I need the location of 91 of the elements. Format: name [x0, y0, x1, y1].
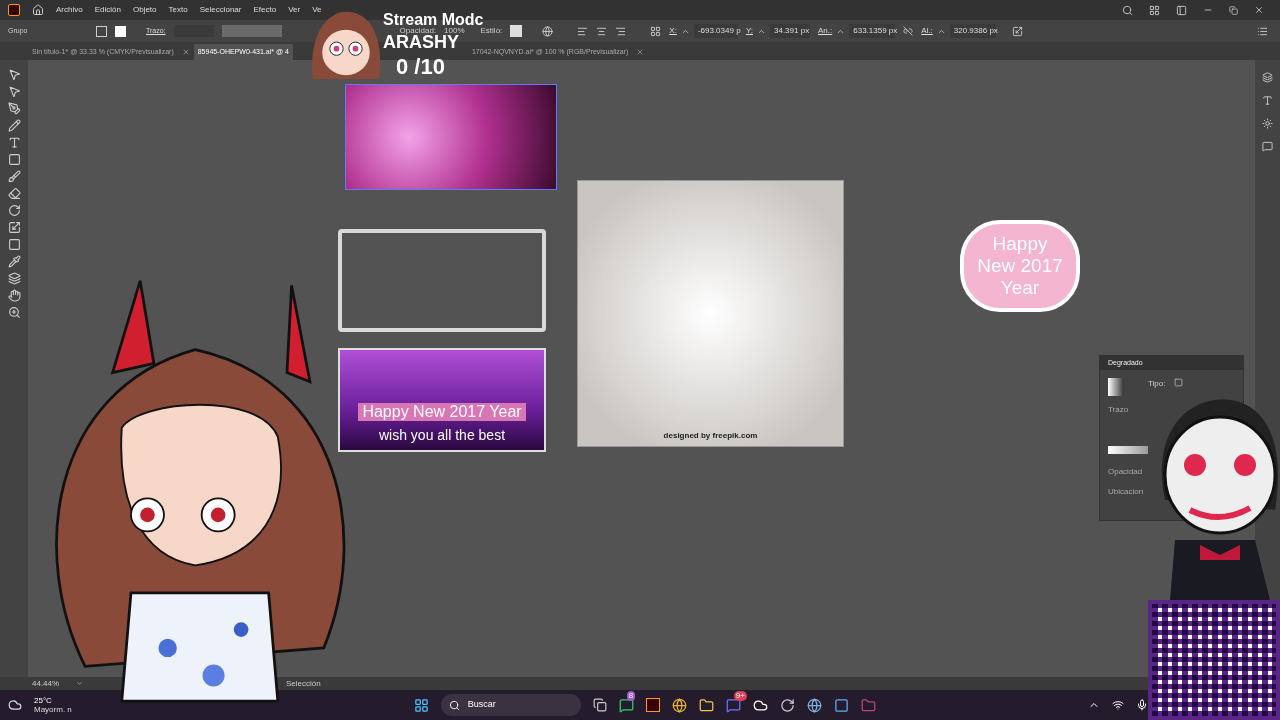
fill-swatch[interactable]: [96, 25, 107, 37]
browser-icon[interactable]: [671, 697, 687, 713]
menu-item[interactable]: Ver: [288, 4, 301, 16]
tool-icon[interactable]: [7, 255, 21, 268]
tool-icon[interactable]: [7, 153, 21, 166]
tool-icon[interactable]: [7, 306, 21, 319]
tool-icon[interactable]: [7, 187, 21, 200]
tool-icon[interactable]: [7, 136, 21, 149]
tool-icon[interactable]: [7, 68, 21, 81]
menu-item[interactable]: Texto: [168, 4, 188, 16]
banner-subtitle: wish you all the best: [378, 426, 506, 445]
folder-icon[interactable]: [698, 697, 714, 713]
start-icon[interactable]: [413, 697, 429, 713]
stroke-label: Trazo: [1108, 404, 1130, 416]
field-label: Al.:: [921, 25, 933, 37]
variable-width-field[interactable]: [221, 25, 282, 37]
weather-icon[interactable]: [8, 698, 22, 712]
opacity-label: Opacidad: [1108, 466, 1144, 478]
notification-badge: 8: [626, 690, 636, 701]
weather-text: Mayorm. n: [34, 705, 72, 714]
search-icon: [448, 699, 460, 711]
tool-icon[interactable]: [7, 170, 21, 183]
tool-icon[interactable]: [7, 119, 21, 132]
menu-item[interactable]: Archivo: [56, 4, 83, 16]
current-tool: Selección: [286, 677, 321, 690]
dropdown-icon[interactable]: [76, 680, 83, 687]
character-icon[interactable]: [1262, 95, 1273, 106]
streamer-name: ARASHY: [383, 33, 459, 51]
align-left-icon[interactable]: [577, 25, 589, 37]
opacity-value: 100%: [444, 25, 465, 35]
menu-item[interactable]: Ve: [312, 4, 322, 16]
search-icon[interactable]: [1122, 4, 1133, 16]
menu-item[interactable]: Efecto: [253, 4, 277, 16]
input-field[interactable]: 34.391 px: [770, 24, 810, 38]
recolor-icon[interactable]: [542, 25, 554, 37]
appearance-icon[interactable]: [1262, 118, 1273, 129]
layers-icon[interactable]: [1262, 72, 1273, 83]
stream-title: Stream Modc: [383, 12, 484, 28]
field-label: X:: [669, 25, 677, 37]
microphone-icon[interactable]: [1135, 699, 1148, 711]
location-label: Ubicacion: [1108, 486, 1145, 498]
type-label: Tipo:: [1148, 378, 1166, 390]
constrain-icon[interactable]: [903, 26, 914, 36]
zoom-level: 44.44%: [32, 677, 61, 690]
opacity-label: Opacidad:: [399, 25, 437, 36]
close-icon[interactable]: [1254, 5, 1264, 15]
restore-icon[interactable]: [1229, 5, 1238, 15]
home-icon[interactable]: [32, 4, 44, 16]
transform-icon[interactable]: [1011, 25, 1023, 37]
goal-counter: 0 /10: [396, 56, 445, 78]
banner-headline: Happy New 2017 Year: [358, 403, 526, 421]
tool-icon[interactable]: [7, 221, 21, 234]
task-view-icon[interactable]: [592, 698, 607, 712]
input-field[interactable]: 320.9386 px: [949, 24, 996, 38]
network-icon[interactable]: [1111, 699, 1124, 711]
field-label: Y:: [745, 25, 753, 37]
stroke-swatch[interactable]: [115, 25, 126, 37]
voice-chat-icon[interactable]: [725, 697, 741, 713]
close-tab-icon[interactable]: [181, 48, 190, 56]
style-swatch[interactable]: [510, 25, 523, 37]
style-label: Estilo:: [480, 25, 503, 37]
comments-icon[interactable]: [1262, 141, 1273, 152]
tool-icon[interactable]: [7, 204, 21, 217]
tool-icon[interactable]: [7, 85, 21, 98]
input-field[interactable]: 633.1359 px: [849, 24, 896, 38]
credit-text: designed by freepik.com: [663, 430, 758, 442]
reference-point-icon[interactable]: [650, 25, 662, 37]
menu-icon[interactable]: [1257, 25, 1268, 37]
field-label: An.:: [818, 25, 833, 37]
tool-icon[interactable]: [7, 102, 21, 115]
temperature: 25°C: [34, 696, 53, 705]
cloud-app-icon[interactable]: [752, 697, 768, 713]
menu-item[interactable]: Edición: [94, 4, 121, 16]
tool-icon[interactable]: [7, 272, 21, 285]
tool-icon[interactable]: [7, 238, 21, 251]
illustrator-app-icon[interactable]: [645, 698, 660, 712]
app-logo-icon[interactable]: [8, 4, 20, 16]
workspace-icon[interactable]: [1149, 4, 1160, 16]
align-center-icon[interactable]: [596, 25, 608, 37]
close-tab-icon[interactable]: [636, 48, 645, 56]
align-right-icon[interactable]: [615, 25, 627, 37]
search-field[interactable]: Buscar: [440, 694, 581, 716]
gradient-swatch[interactable]: [1108, 378, 1124, 396]
notification-badge: 9+: [733, 690, 747, 701]
gradient-preview-bar: [1108, 446, 1148, 454]
menu-item[interactable]: Objeto: [132, 4, 157, 16]
badge-text: Happy New 2017 Year: [976, 233, 1064, 299]
panel-icon[interactable]: [1176, 4, 1187, 16]
menu-item[interactable]: Seleccionar: [199, 4, 242, 16]
chat-app-icon[interactable]: [618, 697, 634, 713]
tool-icon[interactable]: [7, 289, 21, 302]
